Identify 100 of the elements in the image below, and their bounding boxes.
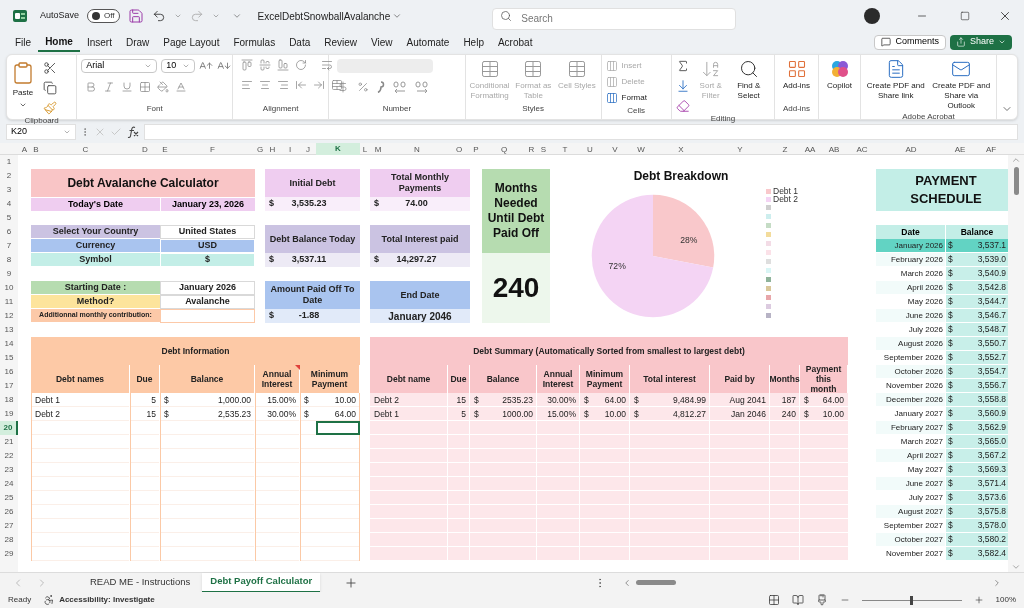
column-header[interactable]: W [630, 143, 652, 157]
menu-tab[interactable]: Acrobat [490, 32, 540, 52]
scroll-up-icon[interactable] [1011, 155, 1021, 165]
menu-tab[interactable]: Automate [399, 32, 457, 52]
row-header[interactable]: 13 [0, 323, 18, 337]
currency-icon[interactable] [337, 81, 350, 93]
cut-icon[interactable] [43, 61, 57, 75]
row-header[interactable]: 24 [0, 477, 18, 491]
row-header[interactable]: 6 [0, 225, 18, 239]
accessibility-icon[interactable] [43, 594, 56, 606]
row-header[interactable]: 11 [0, 295, 18, 309]
row-header[interactable]: 27 [0, 519, 18, 533]
column-header[interactable]: S [537, 143, 550, 157]
scrollbar-thumb[interactable] [636, 580, 676, 585]
function-icon[interactable] [126, 126, 140, 138]
row-header[interactable]: 1 [0, 155, 18, 169]
caret-icon[interactable] [182, 62, 191, 70]
share-button[interactable]: Share [949, 34, 1012, 50]
orientation-icon[interactable] [295, 59, 308, 71]
row-header[interactable]: 25 [0, 491, 18, 505]
row-header[interactable]: 3 [0, 183, 18, 197]
column-header[interactable]: M [370, 143, 386, 157]
column-header[interactable]: L [360, 143, 370, 157]
column-header[interactable]: F [170, 143, 255, 157]
percent-icon[interactable] [357, 81, 370, 93]
column-header[interactable]: AF [974, 143, 1008, 157]
underline-icon[interactable] [121, 81, 134, 93]
comments-button[interactable]: Comments [874, 34, 946, 50]
menu-tab[interactable]: Page Layout [156, 32, 227, 52]
row-header[interactable]: 8 [0, 253, 18, 267]
align-center-icon[interactable] [259, 79, 272, 91]
column-header[interactable]: G [255, 143, 265, 157]
normal-view-icon[interactable] [767, 594, 780, 606]
undo-icon[interactable] [151, 9, 166, 23]
middle-align-icon[interactable] [259, 59, 272, 71]
bottom-align-icon[interactable] [277, 59, 290, 71]
increase-indent-icon[interactable] [313, 79, 326, 91]
wrap-text-icon[interactable] [321, 59, 334, 71]
menu-tab[interactable]: Review [317, 32, 365, 52]
row-header[interactable]: 18 [0, 393, 18, 407]
ribbon-button[interactable]: Copilot [823, 59, 856, 91]
column-header[interactable]: B [31, 143, 41, 157]
row-header[interactable]: 26 [0, 505, 18, 519]
customize-icon[interactable] [231, 11, 242, 21]
borders-icon[interactable] [139, 81, 152, 93]
menu-tab[interactable]: Help [456, 32, 491, 52]
row-header[interactable]: 10 [0, 281, 18, 295]
clear-icon[interactable] [675, 99, 690, 113]
decrease-indent-icon[interactable] [295, 79, 308, 91]
column-header[interactable]: AC [848, 143, 876, 157]
menu-tab[interactable]: Formulas [226, 32, 283, 52]
setting-value[interactable] [160, 309, 255, 323]
zoom-level[interactable]: 100% [995, 594, 1016, 606]
font-size-field[interactable]: 10 [161, 59, 196, 73]
merge-cells-icon[interactable] [331, 79, 344, 91]
menu-tab[interactable]: Draw [118, 32, 157, 52]
column-header[interactable]: AA [800, 143, 820, 157]
ribbon-button[interactable]: Create PDF and Share via Outlook [930, 59, 992, 111]
redo-icon[interactable] [189, 9, 204, 23]
column-header[interactable]: E [160, 143, 170, 157]
increase-decimal-icon[interactable] [393, 81, 408, 93]
column-header[interactable]: O [448, 143, 470, 157]
column-header[interactable]: AB [820, 143, 848, 157]
menu-tab[interactable]: Home [38, 32, 80, 52]
column-header[interactable]: Z [770, 143, 800, 157]
menu-tab[interactable]: Data [282, 32, 318, 52]
column-header[interactable]: D [130, 143, 160, 157]
top-align-icon[interactable] [241, 59, 254, 71]
setting-value[interactable]: January 2026 [160, 281, 255, 295]
row-header[interactable]: 14 [0, 337, 18, 351]
row-header[interactable]: 9 [0, 267, 18, 281]
column-header[interactable]: J [300, 143, 316, 157]
ribbon-button[interactable]: Add-ins [779, 59, 814, 91]
row-header[interactable]: 20 [0, 421, 18, 435]
cancel-icon[interactable] [94, 126, 106, 138]
font-color-icon[interactable] [175, 81, 188, 93]
caret-icon[interactable] [144, 62, 153, 70]
ribbon-button[interactable]: Create PDF and Share link [865, 59, 927, 101]
menu-tab[interactable]: File [8, 32, 39, 52]
zoom-thumb[interactable] [910, 595, 914, 605]
restore-icon[interactable] [960, 11, 970, 21]
row-header[interactable]: 15 [0, 351, 18, 365]
column-header[interactable]: AD [876, 143, 946, 157]
fill-icon[interactable] [675, 79, 690, 93]
setting-value[interactable]: $ [160, 253, 255, 267]
caret-icon[interactable] [211, 12, 220, 20]
comma-style-icon[interactable] [377, 81, 386, 93]
font-name-field[interactable]: Arial [81, 59, 158, 73]
copy-icon[interactable] [43, 81, 57, 95]
column-header[interactable]: Q [482, 143, 526, 157]
column-header[interactable]: H [265, 143, 280, 157]
avatar[interactable] [864, 8, 880, 24]
fill-color-icon[interactable] [157, 81, 170, 93]
column-header[interactable]: P [470, 143, 482, 157]
setting-value[interactable]: Avalanche [160, 295, 255, 309]
row-header[interactable]: 22 [0, 449, 18, 463]
row-header[interactable]: 2 [0, 169, 18, 183]
column-header[interactable]: I [280, 143, 300, 157]
caret-icon[interactable] [63, 128, 71, 136]
column-header[interactable]: A [18, 143, 31, 157]
